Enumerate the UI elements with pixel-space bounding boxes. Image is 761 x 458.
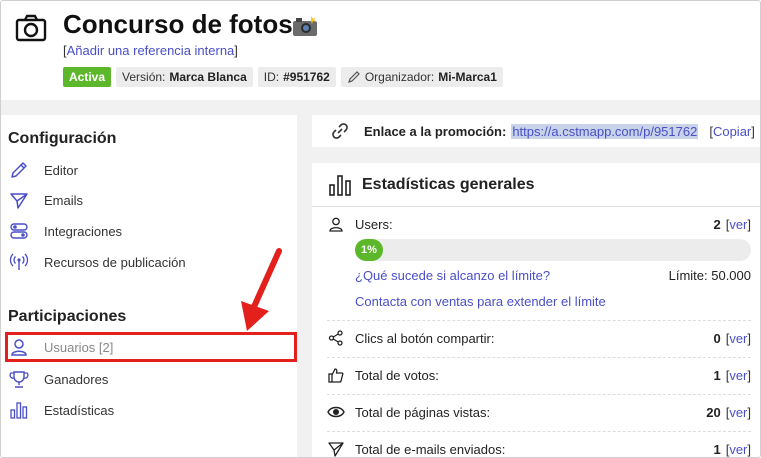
emails-ver-link[interactable]: ver [729,442,747,457]
promotion-url-link[interactable]: https://a.cstmapp.com/p/951762 [511,123,699,139]
votes-ver-link[interactable]: ver [729,368,747,383]
organizer-badge[interactable]: Organizador: Mi-Marca1 [340,67,503,87]
copy-link-wrapper: [Copiar] [709,123,755,139]
link-icon [332,123,348,139]
views-ver-link[interactable]: ver [729,405,747,420]
pencil-icon [8,159,30,181]
toggles-icon [8,220,30,242]
highlight-box [5,332,297,362]
promotion-link-bar: Enlace a la promoción: https://a.cstmapp… [312,115,760,147]
internal-reference: [Añadir una referencia interna] [63,43,238,58]
send-icon [327,440,345,457]
row-divider [327,431,751,432]
sidebar-item-editor[interactable]: Editor [8,157,293,183]
version-badge: Versión: Marca Blanca [116,67,253,87]
share-clicks-row: Clics al botón compartir: 0 [ver] [327,327,751,349]
row-divider [327,357,751,358]
votes-row: Total de votos: 1 [ver] [327,364,751,386]
row-divider [327,320,751,321]
thumbs-up-icon [327,366,345,384]
page-views-row: Total de páginas vistas: 20 [ver] [327,401,751,423]
users-value: 2 [713,216,721,232]
user-icon [327,215,345,233]
camera-flash-emoji-icon [293,16,317,36]
bar-chart-icon [329,174,351,196]
users-progress-bar: 1% [355,239,751,261]
contact-sales-link[interactable]: Contacta con ventas para extender el lím… [355,294,606,309]
copy-link-button[interactable]: Copiar [713,124,751,139]
pencil-icon [347,71,360,83]
config-section-title: Configuración [8,130,117,147]
row-divider [327,394,751,395]
sidebar-item-integraciones[interactable]: Integraciones [8,218,293,244]
camera-icon [15,14,47,42]
users-progress-fill: 1% [355,239,383,261]
stats-header: Estadísticas generales [312,163,760,207]
users-ver-link[interactable]: ver [729,217,747,232]
broadcast-icon [8,251,30,273]
sidebar-item-emails[interactable]: Emails [8,187,293,213]
status-badges: Activa Versión: Marca Blanca ID: #951762… [63,67,503,87]
eye-icon [327,403,345,421]
share-icon [327,329,345,347]
share-ver-link[interactable]: ver [729,331,747,346]
general-stats-panel: Estadísticas generales Users: 2 [ver] 1%… [312,163,760,457]
trophy-icon [8,368,30,390]
users-label: Users: [355,216,393,232]
add-reference-link[interactable]: Añadir una referencia interna [67,43,235,58]
stats-title: Estadísticas generales [362,175,535,193]
sidebar-item-estadisticas[interactable]: Estadísticas [8,397,293,423]
id-badge: ID: #951762 [257,67,336,87]
bar-chart-icon [8,399,30,421]
participations-section-title: Participaciones [8,308,127,325]
users-row: Users: 2 [ver] [327,213,751,235]
emails-sent-row: Total de e-mails enviados: 1 [ver] [327,438,751,457]
page-title: Concurso de fotos [63,9,293,39]
red-arrow-annotation [241,248,282,331]
promotion-link-label: Enlace a la promoción: [364,123,507,139]
limit-question-link[interactable]: ¿Qué sucede si alcanzo el límite? [355,268,550,283]
promotion-header: Concurso de fotos [Añadir una referencia… [1,1,760,100]
app-frame: Concurso de fotos [Añadir una referencia… [0,0,761,458]
send-icon [8,189,30,211]
limit-text: Límite: 50.000 [668,268,751,283]
sidebar-item-ganadores[interactable]: Ganadores [8,366,293,392]
status-badge: Activa [63,67,112,87]
